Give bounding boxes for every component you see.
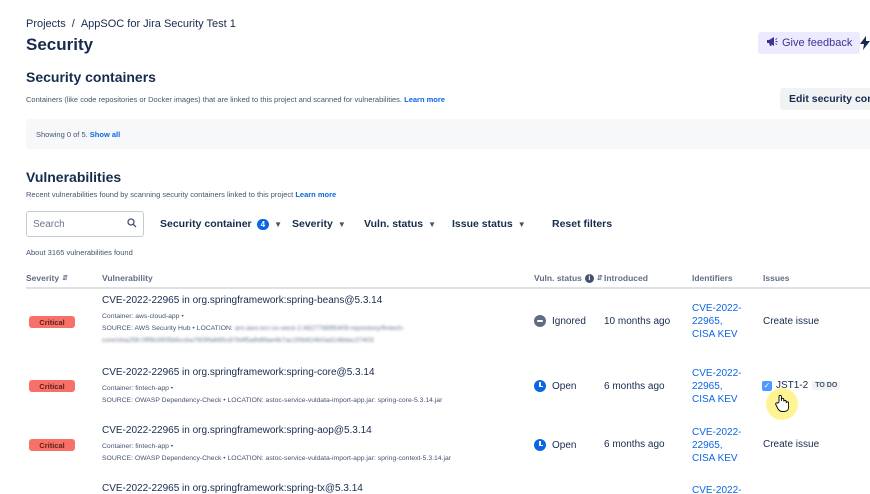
column-header-issues: Issues: [763, 273, 790, 283]
table-row[interactable]: Critical CVE-2022-22965 in org.springfra…: [0, 293, 870, 355]
containers-showing-text: Showing 0 of 5.: [36, 129, 88, 139]
checkbox-icon: ✓: [762, 380, 772, 391]
introduced-date: 6 months ago: [604, 381, 665, 392]
clock-icon: [534, 380, 546, 392]
security-container-filter[interactable]: Security container 4 ▼: [160, 211, 282, 237]
edit-security-containers-button[interactable]: Edit security conta: [780, 88, 870, 110]
vuln-status-label: Open: [552, 380, 577, 392]
identifier-line: CVE-2022-: [692, 368, 742, 379]
table-header-divider: [26, 287, 870, 289]
vulnerability-source: SOURCE: OWASP Dependency-Check • LOCATIO…: [102, 455, 452, 462]
identifiers-link[interactable]: CVE-2022-: [692, 484, 741, 494]
introduced-date: 6 months ago: [604, 439, 665, 450]
column-header-introduced: Introduced: [604, 273, 648, 283]
identifiers-link[interactable]: CVE-2022- 22965, CISA KEV: [692, 302, 741, 341]
vulnerability-name[interactable]: CVE-2022-22965 in org.springframework:sp…: [102, 425, 372, 436]
bolt-icon[interactable]: [860, 36, 870, 53]
severity-badge-critical: Critical: [29, 380, 75, 392]
identifier-line: CVE-2022-: [692, 485, 742, 494]
vulnerabilities-description: Recent vulnerabilities found by scanning…: [26, 190, 337, 199]
column-label: Severity: [26, 273, 60, 283]
vulnerabilities-learn-more-link[interactable]: Learn more: [295, 190, 336, 199]
vuln-status: Ignored: [534, 315, 586, 327]
table-row[interactable]: CVE-2022-22965 in org.springframework:sp…: [0, 482, 870, 494]
identifiers-link[interactable]: CVE-2022- 22965, CISA KEV: [692, 367, 741, 406]
give-feedback-button[interactable]: Give feedback: [758, 32, 861, 54]
search-icon: [127, 217, 137, 231]
show-all-link[interactable]: Show all: [90, 130, 120, 139]
column-label: Vuln. status: [534, 273, 582, 283]
vulnerability-name[interactable]: CVE-2022-22965 in org.springframework:sp…: [102, 483, 363, 494]
give-feedback-label: Give feedback: [782, 37, 853, 49]
breadcrumb-projects-link[interactable]: Projects: [26, 18, 66, 30]
identifier-line: CISA KEV: [692, 394, 738, 405]
identifiers-link[interactable]: CVE-2022- 22965, CISA KEV: [692, 426, 741, 465]
vuln-status-filter[interactable]: Vuln. status ▼: [364, 211, 436, 237]
chevron-down-icon: ▼: [274, 219, 282, 229]
vulnerability-source: SOURCE: OWASP Dependency-Check • LOCATIO…: [102, 397, 443, 404]
vuln-status: Open: [534, 439, 576, 451]
chevron-down-icon: ▼: [428, 219, 437, 229]
vuln-status-label: Open: [552, 439, 577, 451]
clock-icon: [534, 439, 546, 451]
issue-status-lozenge: TO DO: [812, 381, 841, 390]
issue-status-filter[interactable]: Issue status ▼: [452, 211, 526, 237]
severity-filter-label: Severity: [292, 218, 333, 230]
blurred-location-continued: core/sha256:0ff9b3905b6ccba7609fa685c878…: [102, 337, 374, 344]
security-containers-description: Containers (like code repositories or Do…: [26, 95, 445, 104]
severity-badge-critical: Critical: [29, 316, 75, 328]
table-row[interactable]: Critical CVE-2022-22965 in org.springfra…: [0, 364, 870, 422]
introduced-date: 10 months ago: [604, 316, 671, 327]
vuln-status: Open: [534, 380, 576, 392]
column-header-severity[interactable]: Severity ⇵: [26, 273, 68, 283]
chevron-down-icon: ▼: [337, 219, 346, 229]
identifier-line: CISA KEV: [692, 329, 738, 340]
severity-filter[interactable]: Severity ▼: [292, 211, 346, 237]
vulnerability-source: SOURCE: AWS Security Hub • LOCATION: arn…: [102, 325, 405, 332]
vulnerability-container: Container: aws-cloud-app •: [102, 313, 184, 320]
vulnerability-name[interactable]: CVE-2022-22965 in org.springframework:sp…: [102, 295, 382, 306]
megaphone-icon: [766, 36, 778, 50]
info-icon[interactable]: i: [584, 273, 594, 283]
vulnerabilities-found-count: About 3165 vulnerabilities found: [26, 248, 133, 257]
vulnerabilities-title: Vulnerabilities: [26, 169, 122, 185]
search-placeholder: Search: [33, 218, 65, 230]
breadcrumb-separator: /: [71, 18, 75, 30]
column-header-vuln-status[interactable]: Vuln. status i ⇵: [534, 273, 603, 283]
security-container-filter-label: Security container: [160, 218, 252, 230]
breadcrumb: Projects / AppSOC for Jira Security Test…: [26, 18, 236, 30]
search-input[interactable]: Search: [26, 211, 144, 237]
vulnerability-name[interactable]: CVE-2022-22965 in org.springframework:sp…: [102, 367, 375, 378]
breadcrumb-project-link[interactable]: AppSOC for Jira Security Test 1: [81, 18, 236, 30]
page-title: Security: [26, 35, 94, 54]
issue-status-filter-label: Issue status: [452, 218, 513, 230]
column-header-vulnerability: Vulnerability: [102, 273, 153, 283]
sort-icon: ⇵: [596, 275, 603, 282]
sort-icon: ⇵: [62, 275, 68, 282]
vulnerability-container: Container: fintech-app •: [102, 385, 174, 392]
containers-panel: Showing 0 of 5. Show all: [26, 119, 870, 149]
identifier-line: CVE-2022-: [692, 303, 742, 314]
containers-learn-more-link[interactable]: Learn more: [404, 95, 445, 104]
create-issue-link[interactable]: Create issue: [763, 439, 819, 450]
identifier-line: CVE-2022-: [692, 427, 742, 438]
vuln-status-label: Ignored: [552, 315, 586, 327]
vulnerability-container: Container: fintech-app •: [102, 443, 174, 450]
security-containers-title: Security containers: [26, 69, 156, 85]
table-row[interactable]: Critical CVE-2022-22965 in org.springfra…: [0, 424, 870, 480]
ignored-status-icon: [534, 315, 546, 327]
reset-filters-button[interactable]: Reset filters: [552, 211, 612, 237]
hand-cursor-icon: [775, 394, 790, 417]
create-issue-link[interactable]: Create issue: [763, 316, 819, 327]
blurred-location: arn:aws:ecr:us-west-2:482778895409:repos…: [234, 325, 405, 332]
severity-badge-critical: Critical: [29, 439, 75, 451]
identifier-line: CISA KEV: [692, 453, 738, 464]
security-container-count-badge: 4: [256, 218, 270, 230]
chevron-down-icon: ▼: [517, 219, 526, 229]
identifier-line: 22965,: [692, 316, 723, 327]
identifier-line: 22965,: [692, 440, 723, 451]
column-header-identifiers: Identifiers: [692, 273, 733, 283]
vuln-status-filter-label: Vuln. status: [364, 218, 424, 230]
identifier-line: 22965,: [692, 381, 723, 392]
